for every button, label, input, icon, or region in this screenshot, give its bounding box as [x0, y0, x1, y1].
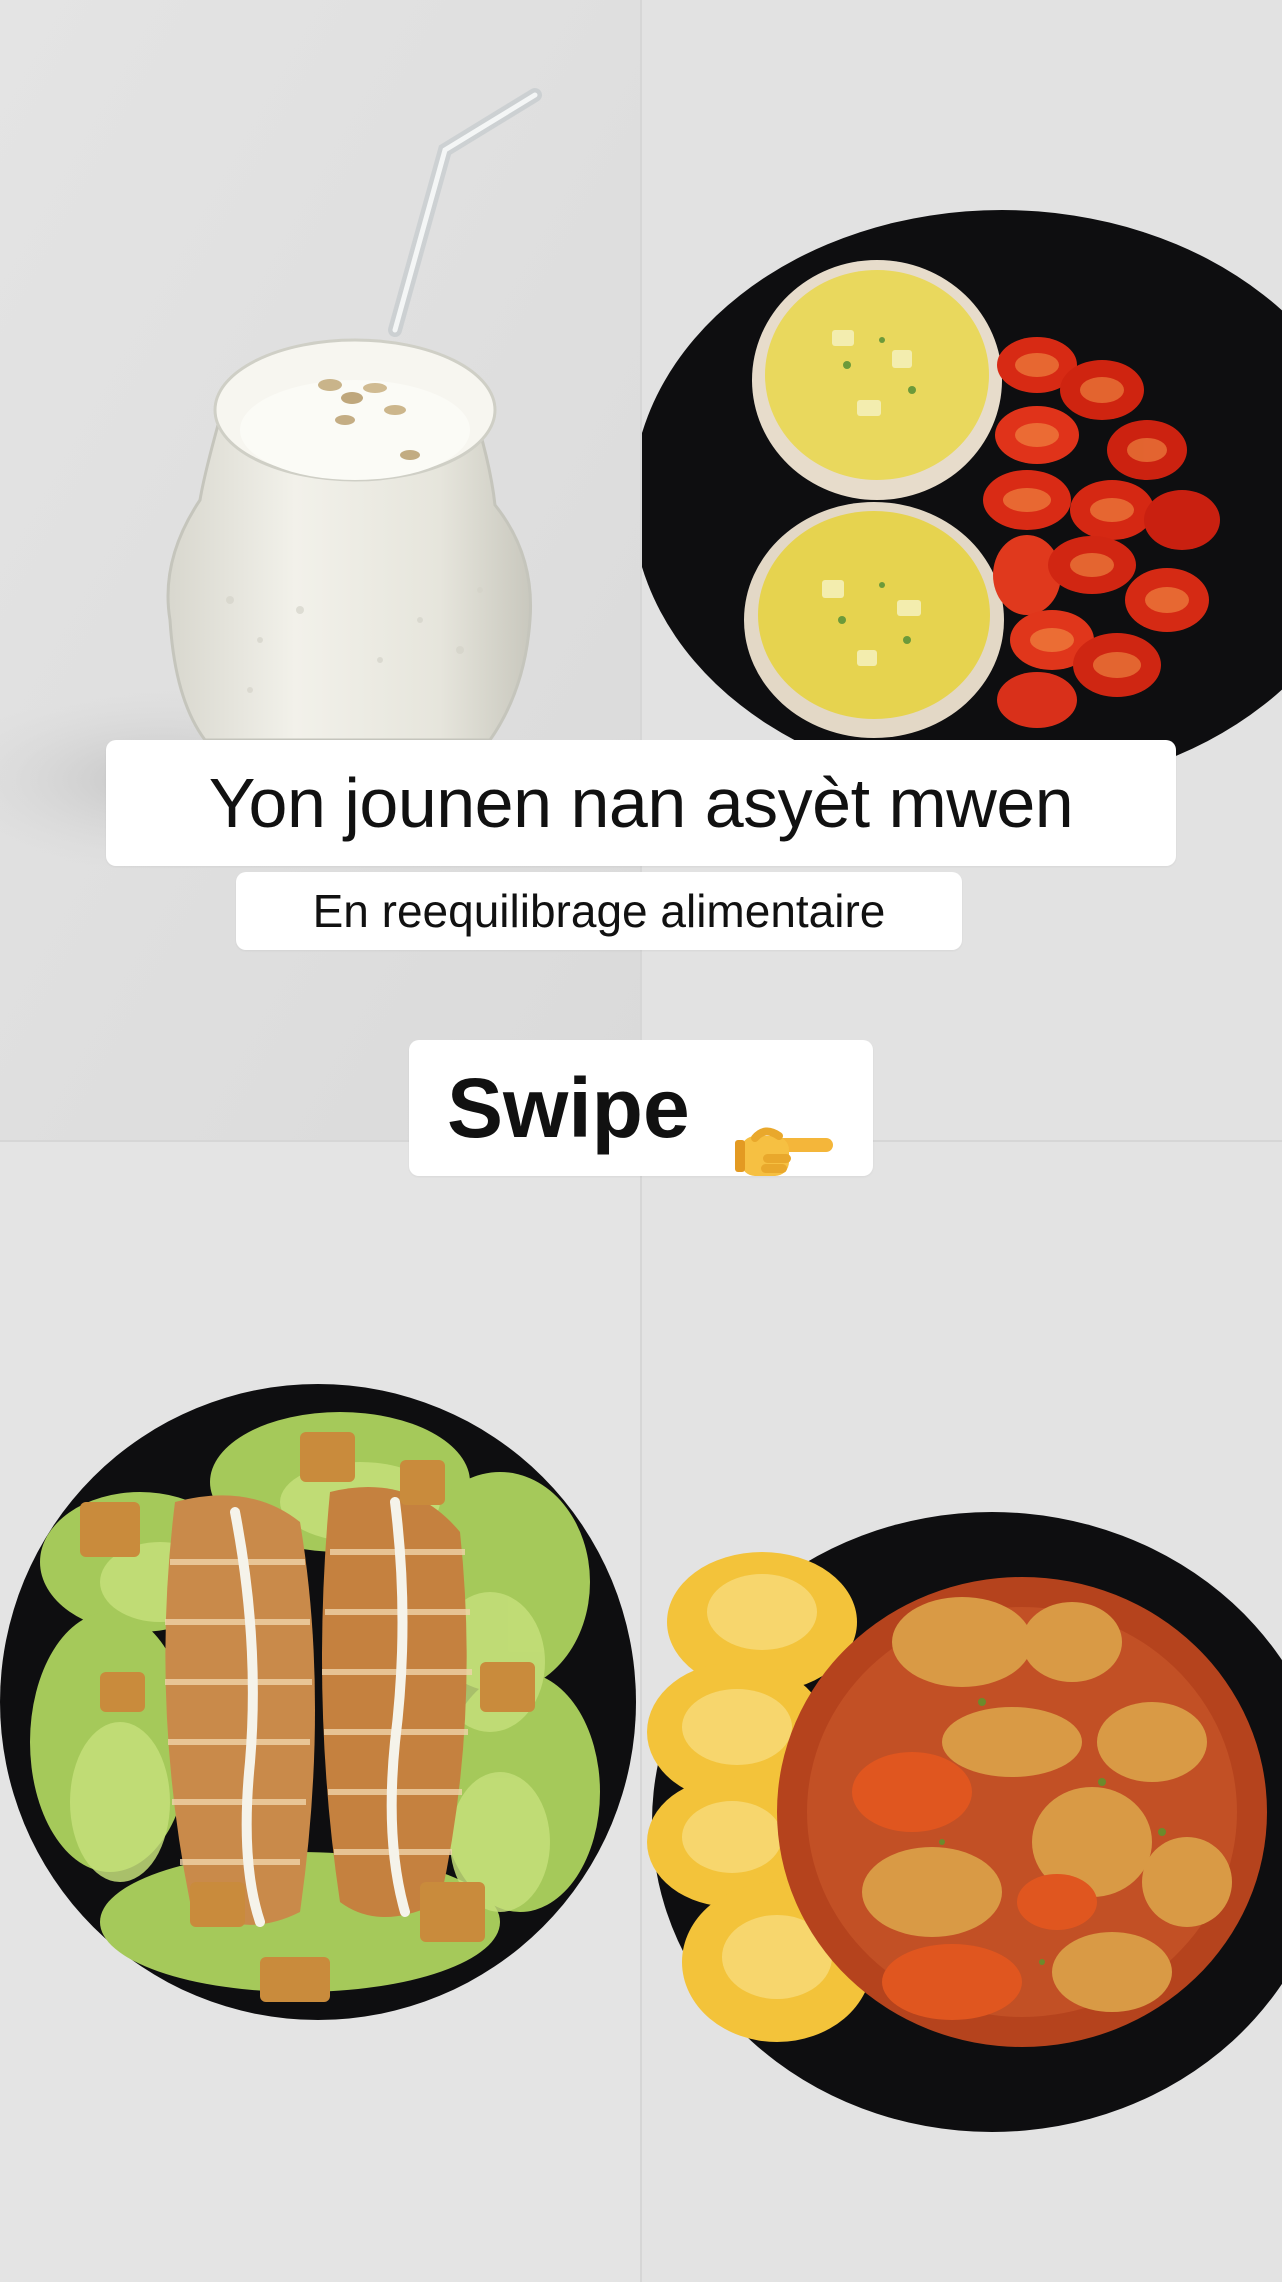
pointing-right-hand-icon — [735, 1085, 835, 1176]
subtitle-caption: En reequilibrage alimentaire — [236, 872, 962, 950]
stew-plantain-plate-photo — [642, 1142, 1282, 2282]
subtitle-text: En reequilibrage alimentaire — [312, 885, 886, 937]
swipe-text: Swipe — [446, 1061, 690, 1155]
swipe-caption[interactable]: Swipe — [409, 1040, 873, 1176]
chicken-salad-plate-photo — [0, 1142, 640, 2282]
egg-rice-cake-plate-photo — [642, 0, 1282, 1140]
collage: Yon jounen nan asyèt mwen En reequilibra… — [0, 0, 1282, 2282]
smoothie-photo — [0, 0, 640, 1140]
title-caption: Yon jounen nan asyèt mwen — [106, 740, 1176, 866]
title-text: Yon jounen nan asyèt mwen — [208, 764, 1074, 842]
